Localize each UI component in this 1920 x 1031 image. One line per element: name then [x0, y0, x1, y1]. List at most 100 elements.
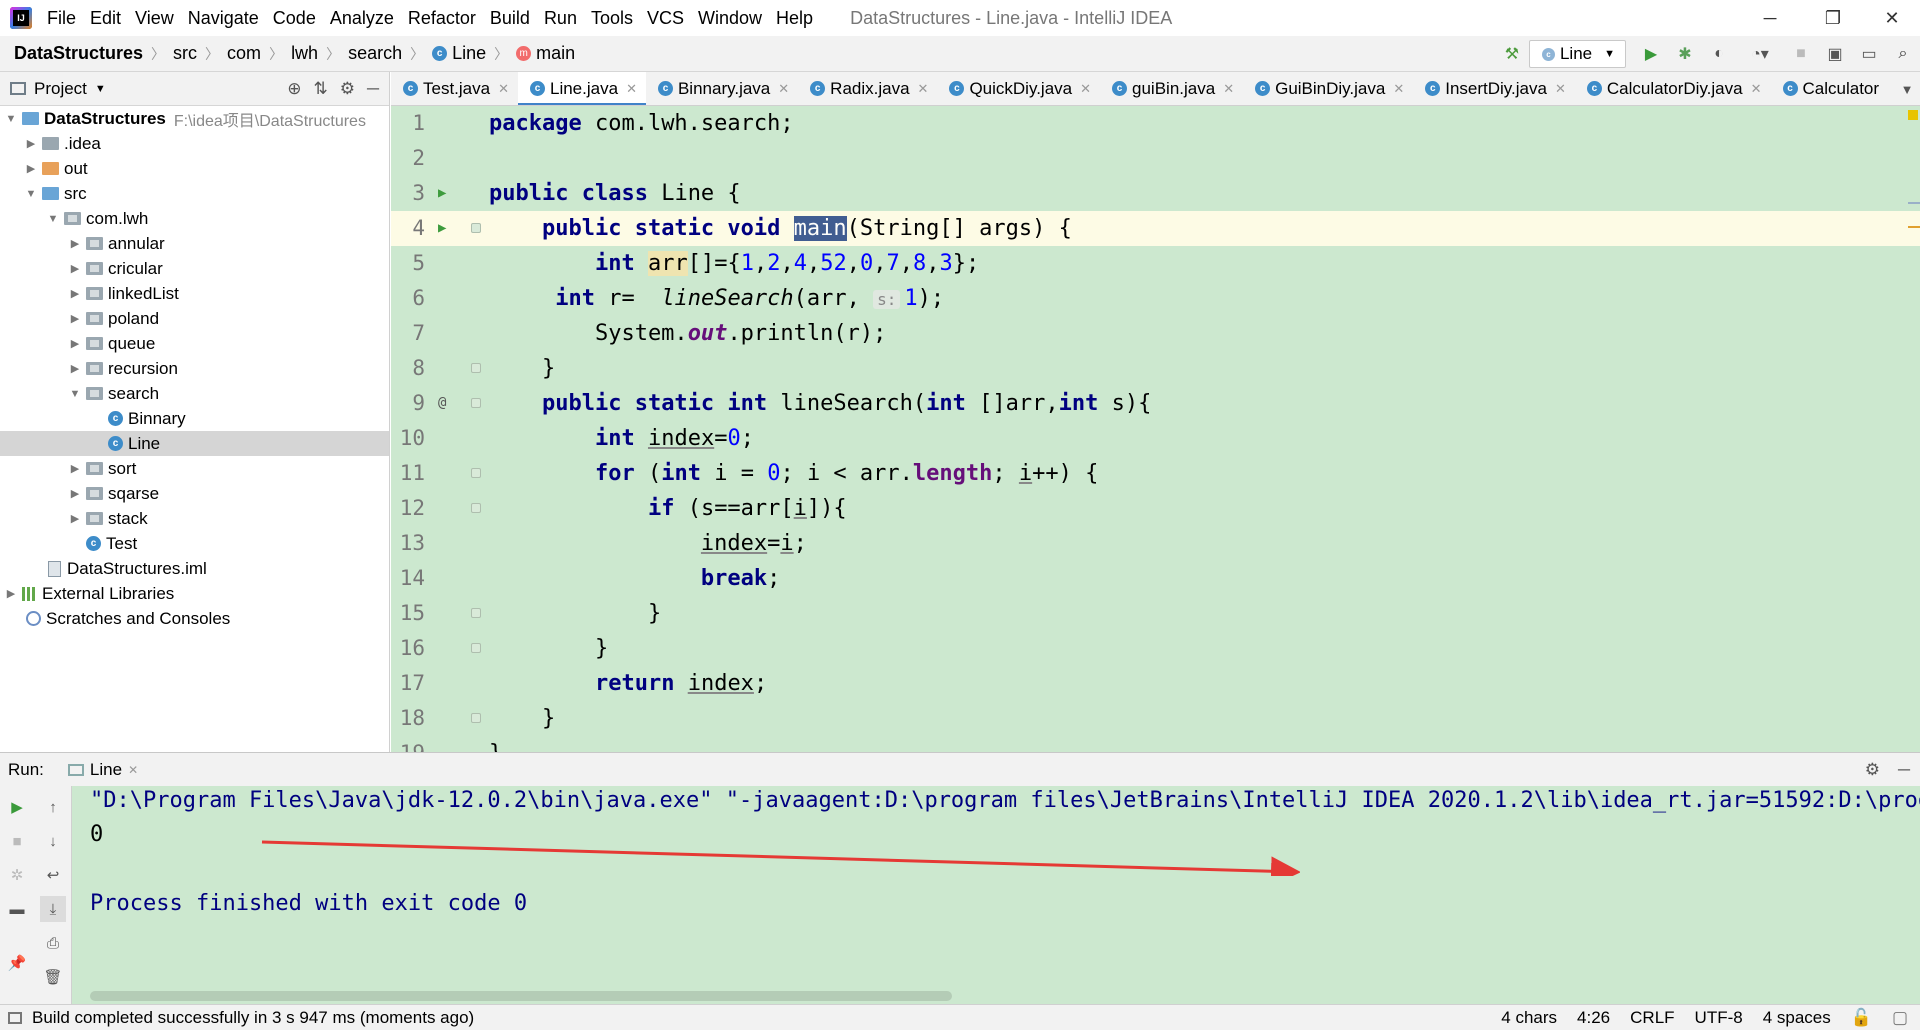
- menu-window[interactable]: Window: [691, 0, 769, 36]
- minimize-icon[interactable]: ─: [1740, 0, 1800, 36]
- tab-radix-java[interactable]: c Radix.java ✕: [798, 72, 937, 105]
- menu-build[interactable]: Build: [483, 0, 537, 36]
- chevron-right-icon[interactable]: ▶: [68, 262, 82, 275]
- tab-line-java[interactable]: c Line.java ✕: [518, 72, 646, 105]
- chevron-right-icon[interactable]: ▶: [68, 487, 82, 500]
- crumb-main[interactable]: m main: [516, 43, 575, 64]
- tree-item-sort[interactable]: ▶ sort: [0, 456, 389, 481]
- chevron-right-icon[interactable]: ▶: [68, 312, 82, 325]
- tab-guibindiy-java[interactable]: c GuiBinDiy.java ✕: [1243, 72, 1413, 105]
- terminal-icon[interactable]: ▭: [1854, 39, 1884, 69]
- override-at-icon[interactable]: @: [438, 386, 452, 421]
- collapse-all-icon[interactable]: ⇅: [313, 79, 327, 99]
- chevron-down-icon[interactable]: ▼: [68, 388, 82, 400]
- tree-item-recursion[interactable]: ▶ recursion: [0, 356, 389, 381]
- arrow-down-icon[interactable]: ↓: [40, 828, 66, 854]
- chevron-right-icon[interactable]: ▶: [68, 237, 82, 250]
- close-icon[interactable]: ✕: [1080, 81, 1091, 97]
- print-icon[interactable]: ⎙: [40, 930, 66, 956]
- chevron-right-icon[interactable]: ▶: [4, 587, 18, 600]
- debug-bug-icon[interactable]: ✱: [1670, 39, 1700, 69]
- run-gutter-icon[interactable]: ▶: [438, 211, 452, 246]
- pin-icon[interactable]: 📌: [4, 950, 30, 976]
- console-output[interactable]: "D:\Program Files\Java\jdk-12.0.2\bin\ja…: [90, 786, 1920, 986]
- line-separator[interactable]: CRLF: [1630, 1008, 1674, 1028]
- stop-icon[interactable]: ■: [4, 828, 30, 854]
- crumb-line[interactable]: c Line: [432, 43, 486, 64]
- menu-tools[interactable]: Tools: [584, 0, 640, 36]
- chevron-right-icon[interactable]: ▶: [68, 287, 82, 300]
- tab-guibin-java[interactable]: c guiBin.java ✕: [1100, 72, 1243, 105]
- chevron-right-icon[interactable]: ▶: [68, 512, 82, 525]
- project-title[interactable]: Project: [34, 79, 87, 99]
- build-hammer-icon[interactable]: ⚒: [1497, 39, 1527, 69]
- menu-code[interactable]: Code: [266, 0, 323, 36]
- run-gutter-icon[interactable]: ▶: [438, 176, 452, 211]
- tab-calculatordiy-java[interactable]: c CalculatorDiy.java ✕: [1575, 72, 1771, 105]
- fold-icon[interactable]: [471, 643, 481, 653]
- close-icon[interactable]: ✕: [1555, 81, 1566, 97]
- lock-icon[interactable]: 🔓: [1851, 1008, 1872, 1028]
- coverage-icon[interactable]: ◐: [1704, 39, 1734, 69]
- stop-icon[interactable]: ■: [1786, 39, 1816, 69]
- close-icon[interactable]: ✕: [1751, 81, 1762, 97]
- fold-icon[interactable]: [471, 223, 481, 233]
- close-icon[interactable]: ✕: [778, 81, 789, 97]
- crumb-com[interactable]: com: [227, 43, 261, 64]
- indent-setting[interactable]: 4 spaces: [1763, 1008, 1831, 1028]
- caret-position[interactable]: 4:26: [1577, 1008, 1610, 1028]
- rerun-icon[interactable]: ▶: [4, 794, 30, 820]
- tab-test-java[interactable]: c Test.java ✕: [391, 72, 518, 105]
- fold-icon[interactable]: [471, 468, 481, 478]
- close-icon[interactable]: ✕: [1393, 81, 1404, 97]
- crumb-lwh[interactable]: lwh: [291, 43, 318, 64]
- tree-item-linkedlist[interactable]: ▶ linkedList: [0, 281, 389, 306]
- tree-item-search[interactable]: ▼ search: [0, 381, 389, 406]
- close-icon[interactable]: ✕: [498, 81, 509, 97]
- menu-navigate[interactable]: Navigate: [181, 0, 266, 36]
- close-icon[interactable]: ✕: [1223, 81, 1234, 97]
- tree-item-annular[interactable]: ▶ annular: [0, 231, 389, 256]
- menu-view[interactable]: View: [128, 0, 181, 36]
- restore-icon[interactable]: ❐: [1803, 0, 1863, 36]
- close-icon[interactable]: ✕: [918, 81, 929, 97]
- tab-binnary-java[interactable]: c Binnary.java ✕: [646, 72, 798, 105]
- crumb-src[interactable]: src: [173, 43, 197, 64]
- menu-analyze[interactable]: Analyze: [323, 0, 401, 36]
- tree-item-scratches[interactable]: Scratches and Consoles: [0, 606, 389, 631]
- tree-item-idea[interactable]: ▶ .idea: [0, 131, 389, 156]
- hide-panel-icon[interactable]: ─: [367, 79, 379, 99]
- chevron-down-icon[interactable]: ▼: [4, 113, 18, 125]
- inspection-status-icon[interactable]: [1908, 110, 1918, 120]
- tool-windows-icon[interactable]: [8, 1011, 22, 1024]
- chevron-down-icon[interactable]: ▼: [24, 188, 38, 200]
- close-icon[interactable]: ✕: [128, 763, 138, 777]
- chevron-right-icon[interactable]: ▶: [24, 137, 38, 150]
- restore-layout-icon[interactable]: ✲: [4, 862, 30, 888]
- fold-icon[interactable]: [471, 503, 481, 513]
- chevron-down-icon[interactable]: ▼: [95, 83, 106, 95]
- fold-icon[interactable]: [471, 363, 481, 373]
- chevron-right-icon[interactable]: ▶: [24, 162, 38, 175]
- chevron-right-icon[interactable]: ▶: [68, 337, 82, 350]
- locate-target-icon[interactable]: ⊕: [287, 79, 301, 99]
- menu-edit[interactable]: Edit: [83, 0, 128, 36]
- tree-item-stack[interactable]: ▶ stack: [0, 506, 389, 531]
- tree-item-binnary[interactable]: c Binnary: [0, 406, 389, 431]
- hide-panel-icon[interactable]: ─: [1898, 760, 1910, 780]
- tree-item-project-root[interactable]: ▼ DataStructures F:\idea项目\DataStructures: [0, 106, 389, 131]
- fold-icon[interactable]: [471, 608, 481, 618]
- editor-scrollbar[interactable]: [1906, 106, 1920, 752]
- trash-icon[interactable]: 🗑: [40, 964, 66, 990]
- tab-quickdiy-java[interactable]: c QuickDiy.java ✕: [937, 72, 1100, 105]
- console-horizontal-scrollbar[interactable]: [90, 991, 952, 1001]
- close-window-icon[interactable]: ✕: [1862, 0, 1920, 36]
- tab-insertdiy-java[interactable]: c InsertDiy.java ✕: [1413, 72, 1575, 105]
- chevron-down-icon[interactable]: ▼: [46, 213, 60, 225]
- tree-item-src[interactable]: ▼ src: [0, 181, 389, 206]
- chevron-down-icon[interactable]: ▼: [1894, 72, 1920, 105]
- profile-icon[interactable]: ◔▾: [1738, 39, 1782, 69]
- notifications-icon[interactable]: ▢: [1892, 1008, 1908, 1028]
- tree-item-cricular[interactable]: ▶ cricular: [0, 256, 389, 281]
- menu-refactor[interactable]: Refactor: [401, 0, 483, 36]
